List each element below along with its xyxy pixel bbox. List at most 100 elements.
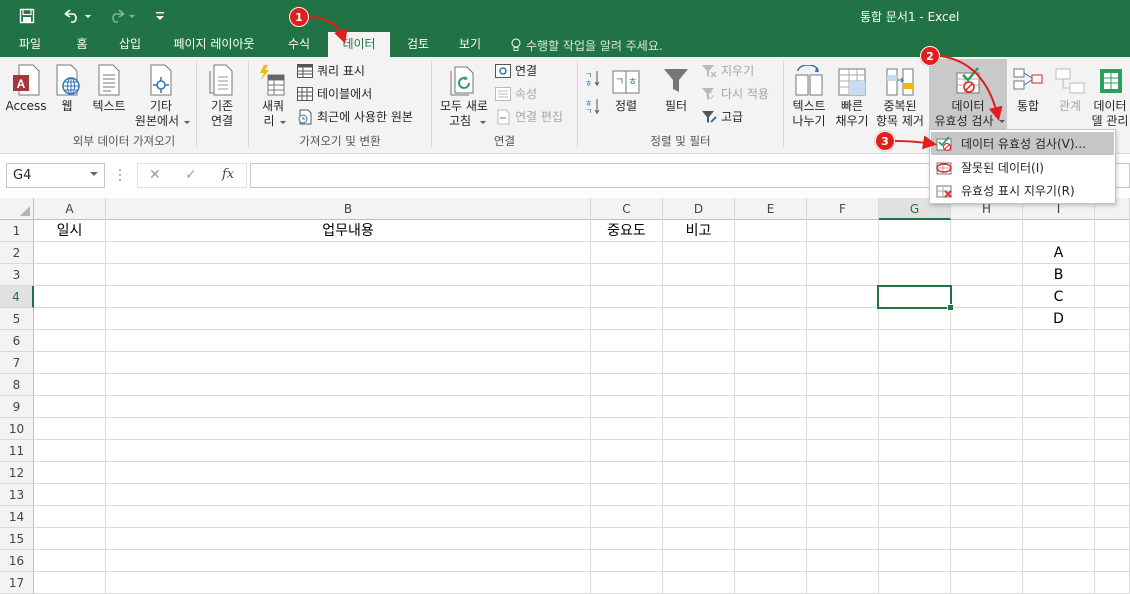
tab-page-layout[interactable]: 페이지 레이아웃 [160,32,268,57]
row-header-1[interactable]: 1 [0,220,34,242]
row-header-10[interactable]: 10 [0,418,34,440]
cell-a6[interactable] [34,330,106,352]
from-web-button[interactable]: 웹 [52,61,82,114]
cell-i12[interactable] [1023,462,1095,484]
cell-i14[interactable] [1023,506,1095,528]
cell-f5[interactable] [807,308,879,330]
cell-c8[interactable] [591,374,663,396]
cell-d3[interactable] [663,264,735,286]
chevron-down-icon[interactable] [90,172,98,177]
cell-d15[interactable] [663,528,735,550]
cell-h15[interactable] [951,528,1023,550]
cell-c7[interactable] [591,352,663,374]
cell-d17[interactable] [663,572,735,594]
cell-g14[interactable] [879,506,951,528]
tab-formulas[interactable]: 수식 [276,32,322,57]
row-header-14[interactable]: 14 [0,506,34,528]
cell-j11[interactable] [1095,440,1130,462]
cell-h8[interactable] [951,374,1023,396]
cell-a7[interactable] [34,352,106,374]
cell-h3[interactable] [951,264,1023,286]
cell-g9[interactable] [879,396,951,418]
undo-icon[interactable] [58,5,94,27]
cell-e9[interactable] [735,396,807,418]
cell-c17[interactable] [591,572,663,594]
from-text-button[interactable]: 텍스트 [88,61,130,114]
cell-a17[interactable] [34,572,106,594]
cell-e1[interactable] [735,220,807,242]
cell-h14[interactable] [951,506,1023,528]
text-to-columns-button[interactable]: 텍스트 나누기 [788,61,830,129]
cell-c15[interactable] [591,528,663,550]
cell-a15[interactable] [34,528,106,550]
cell-d11[interactable] [663,440,735,462]
cell-b6[interactable] [106,330,591,352]
cell-b16[interactable] [106,550,591,572]
from-other-sources-button[interactable]: 기타 원본에서 [132,61,190,129]
save-icon[interactable] [16,5,38,27]
advanced-filter-button[interactable]: 고급 [700,106,743,127]
cell-a16[interactable] [34,550,106,572]
row-header-6[interactable]: 6 [0,330,34,352]
refresh-all-button[interactable]: 모두 새로 고침 [436,61,492,129]
cell-b17[interactable] [106,572,591,594]
cell-e16[interactable] [735,550,807,572]
cell-j8[interactable] [1095,374,1130,396]
cell-g3[interactable] [879,264,951,286]
reapply-filter-button[interactable]: 다시 적용 [700,83,769,104]
cell-g7[interactable] [879,352,951,374]
cell-i1[interactable] [1023,220,1095,242]
insert-function-icon[interactable]: fx [222,167,234,182]
cell-e10[interactable] [735,418,807,440]
cell-i3[interactable]: B [1023,264,1095,286]
cell-e4[interactable] [735,286,807,308]
cell-c3[interactable] [591,264,663,286]
cell-b9[interactable] [106,396,591,418]
cell-h10[interactable] [951,418,1023,440]
cell-f10[interactable] [807,418,879,440]
menu-item-clear-circles[interactable]: 유효성 표시 지우기(R) [931,179,1114,202]
cell-f14[interactable] [807,506,879,528]
column-header-a[interactable]: A [34,198,106,220]
tab-file[interactable]: 파일 [4,32,56,57]
cell-h11[interactable] [951,440,1023,462]
tell-me-box[interactable]: 수행할 작업을 알려 주세요. [510,36,663,54]
customize-toolbar-icon[interactable] [150,5,170,27]
cell-f16[interactable] [807,550,879,572]
filter-button[interactable]: 필터 [656,61,696,114]
row-header-11[interactable]: 11 [0,440,34,462]
cell-d5[interactable] [663,308,735,330]
cell-i10[interactable] [1023,418,1095,440]
cell-e5[interactable] [735,308,807,330]
cell-f12[interactable] [807,462,879,484]
cell-h2[interactable] [951,242,1023,264]
cell-c14[interactable] [591,506,663,528]
cell-d14[interactable] [663,506,735,528]
cell-j5[interactable] [1095,308,1130,330]
cell-a14[interactable] [34,506,106,528]
cell-a5[interactable] [34,308,106,330]
cell-g16[interactable] [879,550,951,572]
sort-descending-button[interactable]: ㅎㄱ [583,95,604,116]
cell-b1[interactable]: 업무내용 [106,220,591,242]
cell-a9[interactable] [34,396,106,418]
recent-sources-button[interactable]: 최근에 사용한 원본 [296,106,413,127]
cancel-icon[interactable]: ✕ [149,167,161,183]
cell-c2[interactable] [591,242,663,264]
cell-f11[interactable] [807,440,879,462]
cell-j7[interactable] [1095,352,1130,374]
row-header-15[interactable]: 15 [0,528,34,550]
cell-i8[interactable] [1023,374,1095,396]
cell-e12[interactable] [735,462,807,484]
cell-c11[interactable] [591,440,663,462]
cell-f8[interactable] [807,374,879,396]
row-header-7[interactable]: 7 [0,352,34,374]
cell-j3[interactable] [1095,264,1130,286]
cell-a10[interactable] [34,418,106,440]
cell-f6[interactable] [807,330,879,352]
cell-f4[interactable] [807,286,879,308]
cell-j14[interactable] [1095,506,1130,528]
edit-links-button[interactable]: 연결 편집 [494,106,563,127]
cell-h1[interactable] [951,220,1023,242]
cell-e14[interactable] [735,506,807,528]
